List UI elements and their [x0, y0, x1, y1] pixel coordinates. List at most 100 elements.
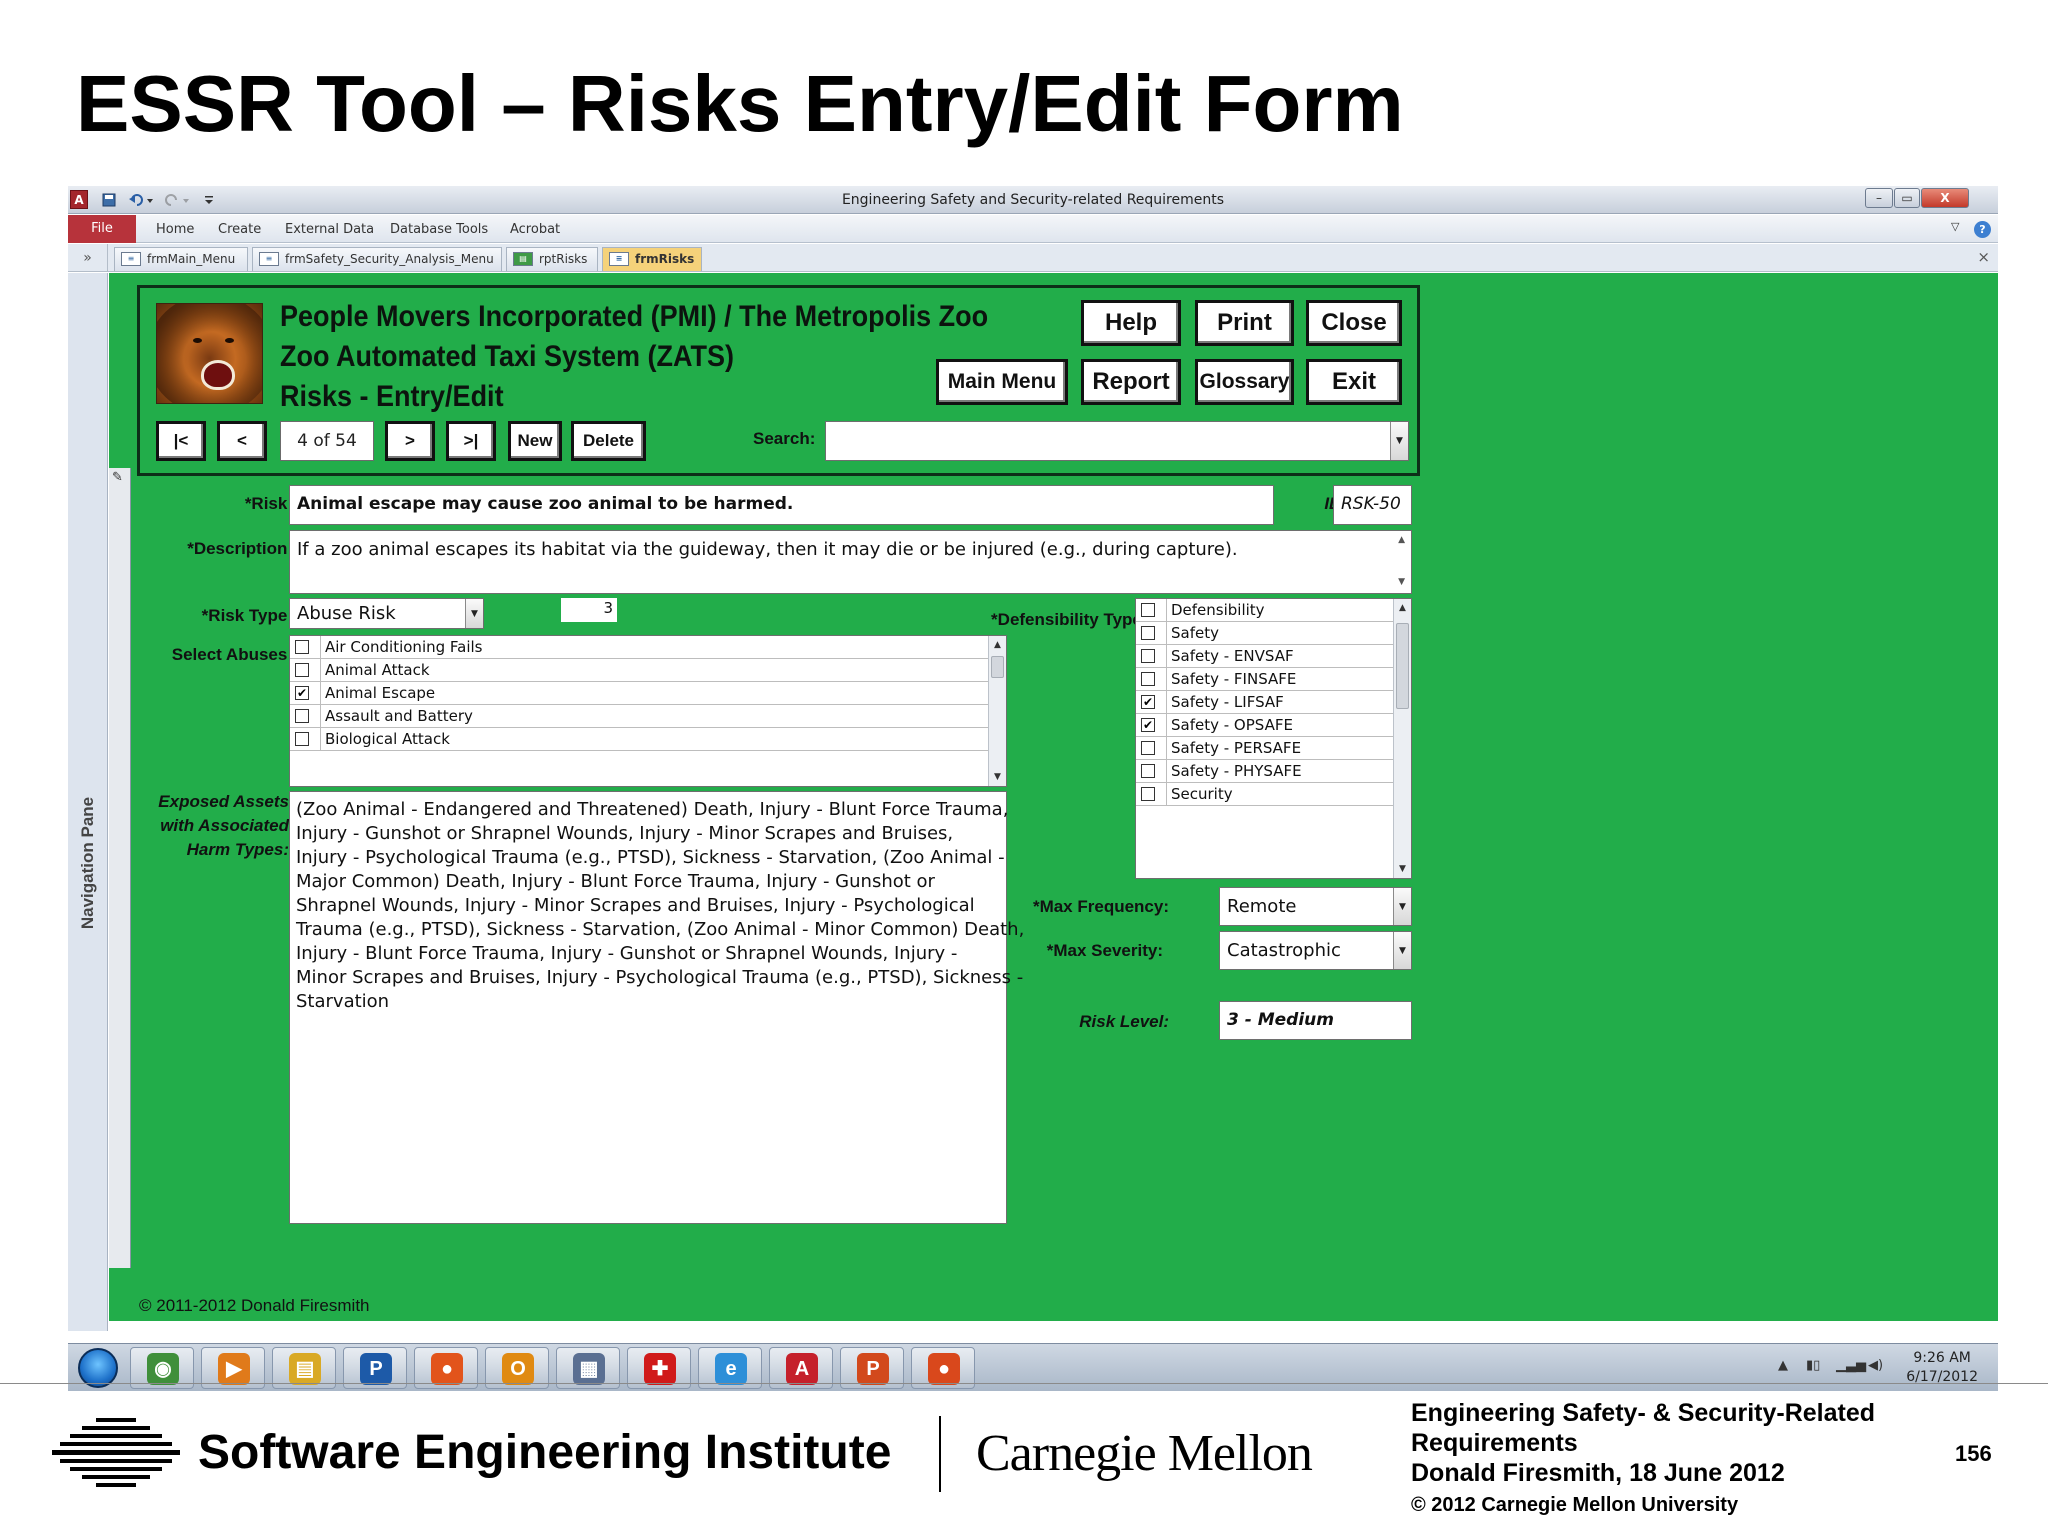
- risk-label: *Risk:: [244, 494, 293, 513]
- form-icon: ≡: [259, 252, 279, 266]
- chevron-down-icon[interactable]: ▼: [1390, 422, 1408, 460]
- chevron-down-icon[interactable]: ▼: [1393, 932, 1411, 969]
- previous-record-button[interactable]: <: [217, 421, 267, 461]
- abuse-list-item[interactable]: Animal Attack: [290, 659, 990, 682]
- checkbox[interactable]: [1141, 649, 1155, 663]
- defensibility-list-item[interactable]: Safety: [1136, 622, 1395, 645]
- abuse-item-label: Animal Attack: [320, 659, 430, 682]
- report-button[interactable]: Report: [1081, 359, 1181, 405]
- abuse-list-item[interactable]: Assault and Battery: [290, 705, 990, 728]
- abuse-list-item[interactable]: Biological Attack: [290, 728, 990, 751]
- scroll-up-icon[interactable]: ▲: [1398, 535, 1405, 545]
- navigation-pane[interactable]: Navigation Pane: [68, 273, 108, 1331]
- volume-tray-icon[interactable]: ◀): [1868, 1358, 1883, 1373]
- defensibility-types-list[interactable]: Security Safety - PHYSAFE Safety - PERSAFE…: [1135, 598, 1412, 879]
- next-record-button[interactable]: >: [385, 421, 435, 461]
- risk-field[interactable]: Animal escape may cause zoo animal to be…: [289, 485, 1274, 525]
- defensibility-list-item[interactable]: Defensibility: [1136, 599, 1395, 622]
- exposed-assets-line: Trauma (e.g., PTSD), Sickness - Starvati…: [296, 919, 1025, 940]
- checkbox[interactable]: [1141, 626, 1155, 640]
- defensibility-scrollbar[interactable]: ▲ ▼: [1393, 599, 1411, 878]
- checkbox[interactable]: [1141, 764, 1155, 778]
- checkbox[interactable]: [295, 709, 309, 723]
- exposed-assets-field[interactable]: (Zoo Animal - Endangered and Threatened)…: [289, 791, 1025, 1224]
- ribbon-tab-external-data[interactable]: External Data: [285, 222, 374, 237]
- abuses-scrollbar[interactable]: ▲ ▼: [988, 636, 1006, 786]
- tab-rptRisks[interactable]: ▤ rptRisks: [506, 247, 598, 271]
- main-menu-button[interactable]: Main Menu: [936, 359, 1068, 405]
- ribbon-tab-acrobat[interactable]: Acrobat: [510, 222, 560, 237]
- new-record-button[interactable]: New: [508, 421, 562, 461]
- last-record-button[interactable]: >|: [446, 421, 496, 461]
- defensibility-list-item[interactable]: Safety - FINSAFE: [1136, 668, 1395, 691]
- ribbon-tab-create[interactable]: Create: [218, 222, 261, 237]
- signal-tray-icon[interactable]: ▁▃▅: [1836, 1358, 1866, 1373]
- abuse-list-item[interactable]: Air Conditioning Fails: [290, 636, 990, 659]
- abuse-list-item[interactable]: ✔ Animal Escape: [290, 682, 990, 705]
- tab-frmSafety_Security_Analysis_Menu[interactable]: ≡ frmSafety_Security_Analysis_Menu: [252, 247, 502, 271]
- checkbox[interactable]: [295, 663, 309, 677]
- scroll-down-icon[interactable]: ▼: [1398, 577, 1405, 587]
- checkbox[interactable]: [295, 640, 309, 654]
- close-button[interactable]: Close: [1306, 300, 1402, 346]
- ribbon-tab-database-tools[interactable]: Database Tools: [390, 222, 488, 237]
- checkbox[interactable]: [1141, 672, 1155, 686]
- calendar-icon: ▦: [573, 1353, 605, 1385]
- system-clock[interactable]: 9:26 AM 6/17/2012: [1906, 1349, 1978, 1387]
- defensibility-item-label: Safety: [1166, 622, 1219, 645]
- help-button[interactable]: Help: [1081, 300, 1181, 346]
- first-record-button[interactable]: |<: [156, 421, 206, 461]
- defensibility-list-item[interactable]: Safety - PERSAFE: [1136, 737, 1395, 760]
- checkbox[interactable]: ✔: [295, 686, 309, 700]
- defensibility-list-item[interactable]: ✔ Safety - OPSAFE: [1136, 714, 1395, 737]
- defensibility-list-item[interactable]: Safety - ENVSAF: [1136, 645, 1395, 668]
- scroll-down-icon[interactable]: ▼: [989, 768, 1006, 786]
- tab-frmMain_Menu[interactable]: ≡ frmMain_Menu: [114, 247, 248, 271]
- nav-pane-toggle[interactable]: »: [68, 244, 108, 272]
- network-tray-icon[interactable]: ▮▯: [1806, 1358, 1820, 1373]
- close-window-button[interactable]: X: [1921, 188, 1969, 208]
- scroll-up-icon[interactable]: ▲: [989, 636, 1006, 654]
- show-hidden-icons-icon[interactable]: ▲: [1778, 1358, 1788, 1373]
- max-severity-combobox[interactable]: Catastrophic ▼: [1219, 931, 1412, 970]
- scroll-thumb[interactable]: [1396, 623, 1409, 709]
- file-tab[interactable]: File: [68, 215, 136, 243]
- max-frequency-combobox[interactable]: Remote ▼: [1219, 887, 1412, 926]
- risk-type-combobox[interactable]: Abuse Risk ▼: [289, 598, 484, 629]
- checkbox[interactable]: ✔: [1141, 718, 1155, 732]
- scroll-thumb[interactable]: [991, 656, 1004, 678]
- minimize-button[interactable]: –: [1865, 188, 1893, 208]
- close-document-icon[interactable]: ×: [1977, 248, 1990, 266]
- defensibility-list-item[interactable]: ✔ Safety - LIFSAF: [1136, 691, 1395, 714]
- checkbox[interactable]: [1141, 787, 1155, 801]
- help-icon[interactable]: ?: [1974, 221, 1991, 238]
- defensibility-list-item[interactable]: Safety - PHYSAFE: [1136, 760, 1395, 783]
- id-field[interactable]: RSK-50: [1333, 485, 1412, 525]
- search-combobox[interactable]: ▼: [825, 421, 1409, 461]
- delete-record-button[interactable]: Delete: [571, 421, 646, 461]
- abuses-list[interactable]: Biological Attack Assault and Battery ✔ Ani…: [289, 635, 1007, 787]
- description-field[interactable]: If a zoo animal escapes its habitat via …: [289, 530, 1412, 594]
- exit-button[interactable]: Exit: [1306, 359, 1402, 405]
- scroll-up-icon[interactable]: ▲: [1394, 599, 1411, 617]
- chevron-down-icon[interactable]: ▼: [1393, 888, 1411, 925]
- start-button[interactable]: [78, 1348, 118, 1388]
- chevron-down-icon[interactable]: ▼: [465, 599, 483, 628]
- checkbox[interactable]: [295, 732, 309, 746]
- glossary-button[interactable]: Glossary: [1195, 359, 1294, 405]
- checkbox[interactable]: [1141, 603, 1155, 617]
- footer-copyright: © 2012 Carnegie Mellon University: [1411, 1494, 1739, 1516]
- minimize-ribbon-icon[interactable]: ▽: [1951, 220, 1959, 233]
- record-selector[interactable]: ✎: [109, 468, 131, 1268]
- checkbox[interactable]: [1141, 741, 1155, 755]
- scroll-down-icon[interactable]: ▼: [1394, 860, 1411, 878]
- defensibility-item-label: Safety - PHYSAFE: [1166, 760, 1302, 783]
- print-button[interactable]: Print: [1195, 300, 1294, 346]
- header-form-title: Risks - Entry/Edit: [280, 380, 504, 413]
- ribbon-tab-home[interactable]: Home: [156, 222, 194, 237]
- defensibility-list-item[interactable]: Security: [1136, 783, 1395, 806]
- restore-button[interactable]: ▭: [1894, 188, 1920, 208]
- checkbox[interactable]: ✔: [1141, 695, 1155, 709]
- page-number: 156: [1955, 1441, 1992, 1466]
- tab-frmRisks[interactable]: ≡ frmRisks: [602, 247, 702, 271]
